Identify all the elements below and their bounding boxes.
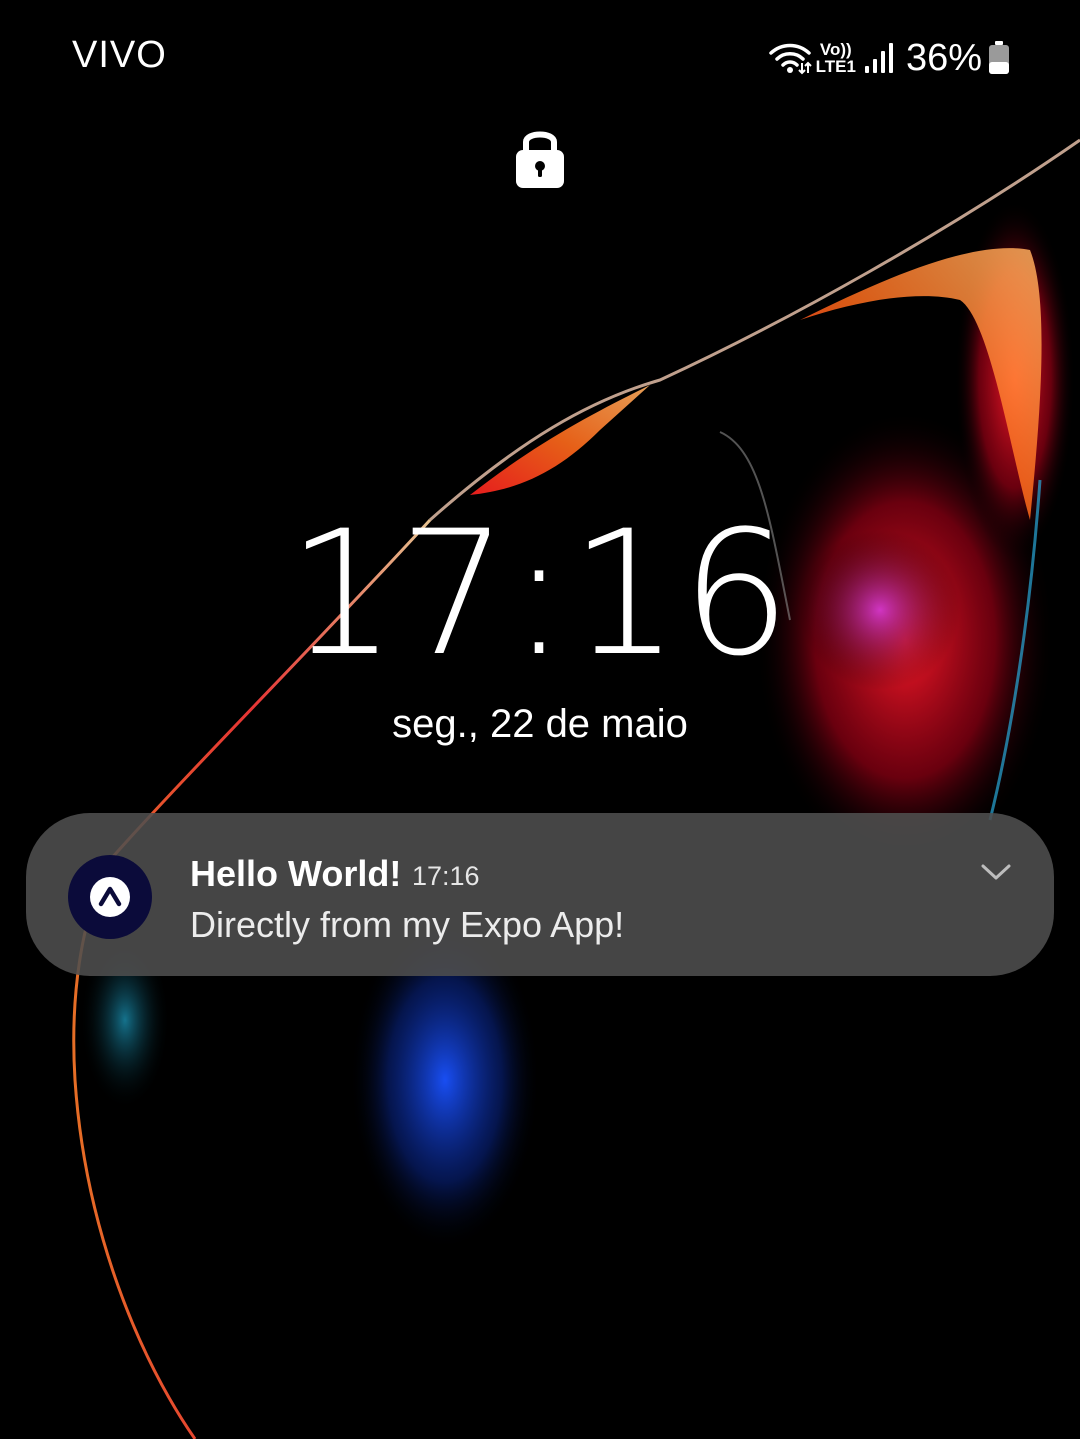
status-icons: Vo)) LTE1 36% [768,34,1010,82]
lock-screen: VIVO Vo)) LTE1 36% 17:16 seg., 22 de mai… [0,0,1080,1439]
notification-time: 17:16 [412,861,480,891]
network-type-label: LTE1 [815,57,856,76]
notification-title: Hello World! [190,853,402,894]
signal-icon [864,43,893,73]
chevron-down-icon[interactable] [978,857,1014,887]
expo-app-icon [68,855,152,939]
carrier-name: VIVO [72,34,167,76]
battery-icon [989,41,1009,74]
lock-screen-date: seg., 22 de maio [392,702,688,746]
battery-percentage: 36% [905,36,982,79]
notification-body: Directly from my Expo App! [190,904,625,945]
volte-indicator: Vo)) LTE1 [816,41,856,75]
wifi-icon [768,43,812,75]
status-bar: VIVO Vo)) LTE1 36% [0,0,1080,115]
expo-logo-icon [90,877,130,917]
volte-label: Vo)) [819,40,852,59]
notification-card[interactable]: Hello World! 17:16 Directly from my Expo… [26,813,1054,976]
lock-icon[interactable] [514,122,566,190]
expo-caret-icon [98,886,122,907]
lock-screen-clock: 17:16 [287,493,793,694]
